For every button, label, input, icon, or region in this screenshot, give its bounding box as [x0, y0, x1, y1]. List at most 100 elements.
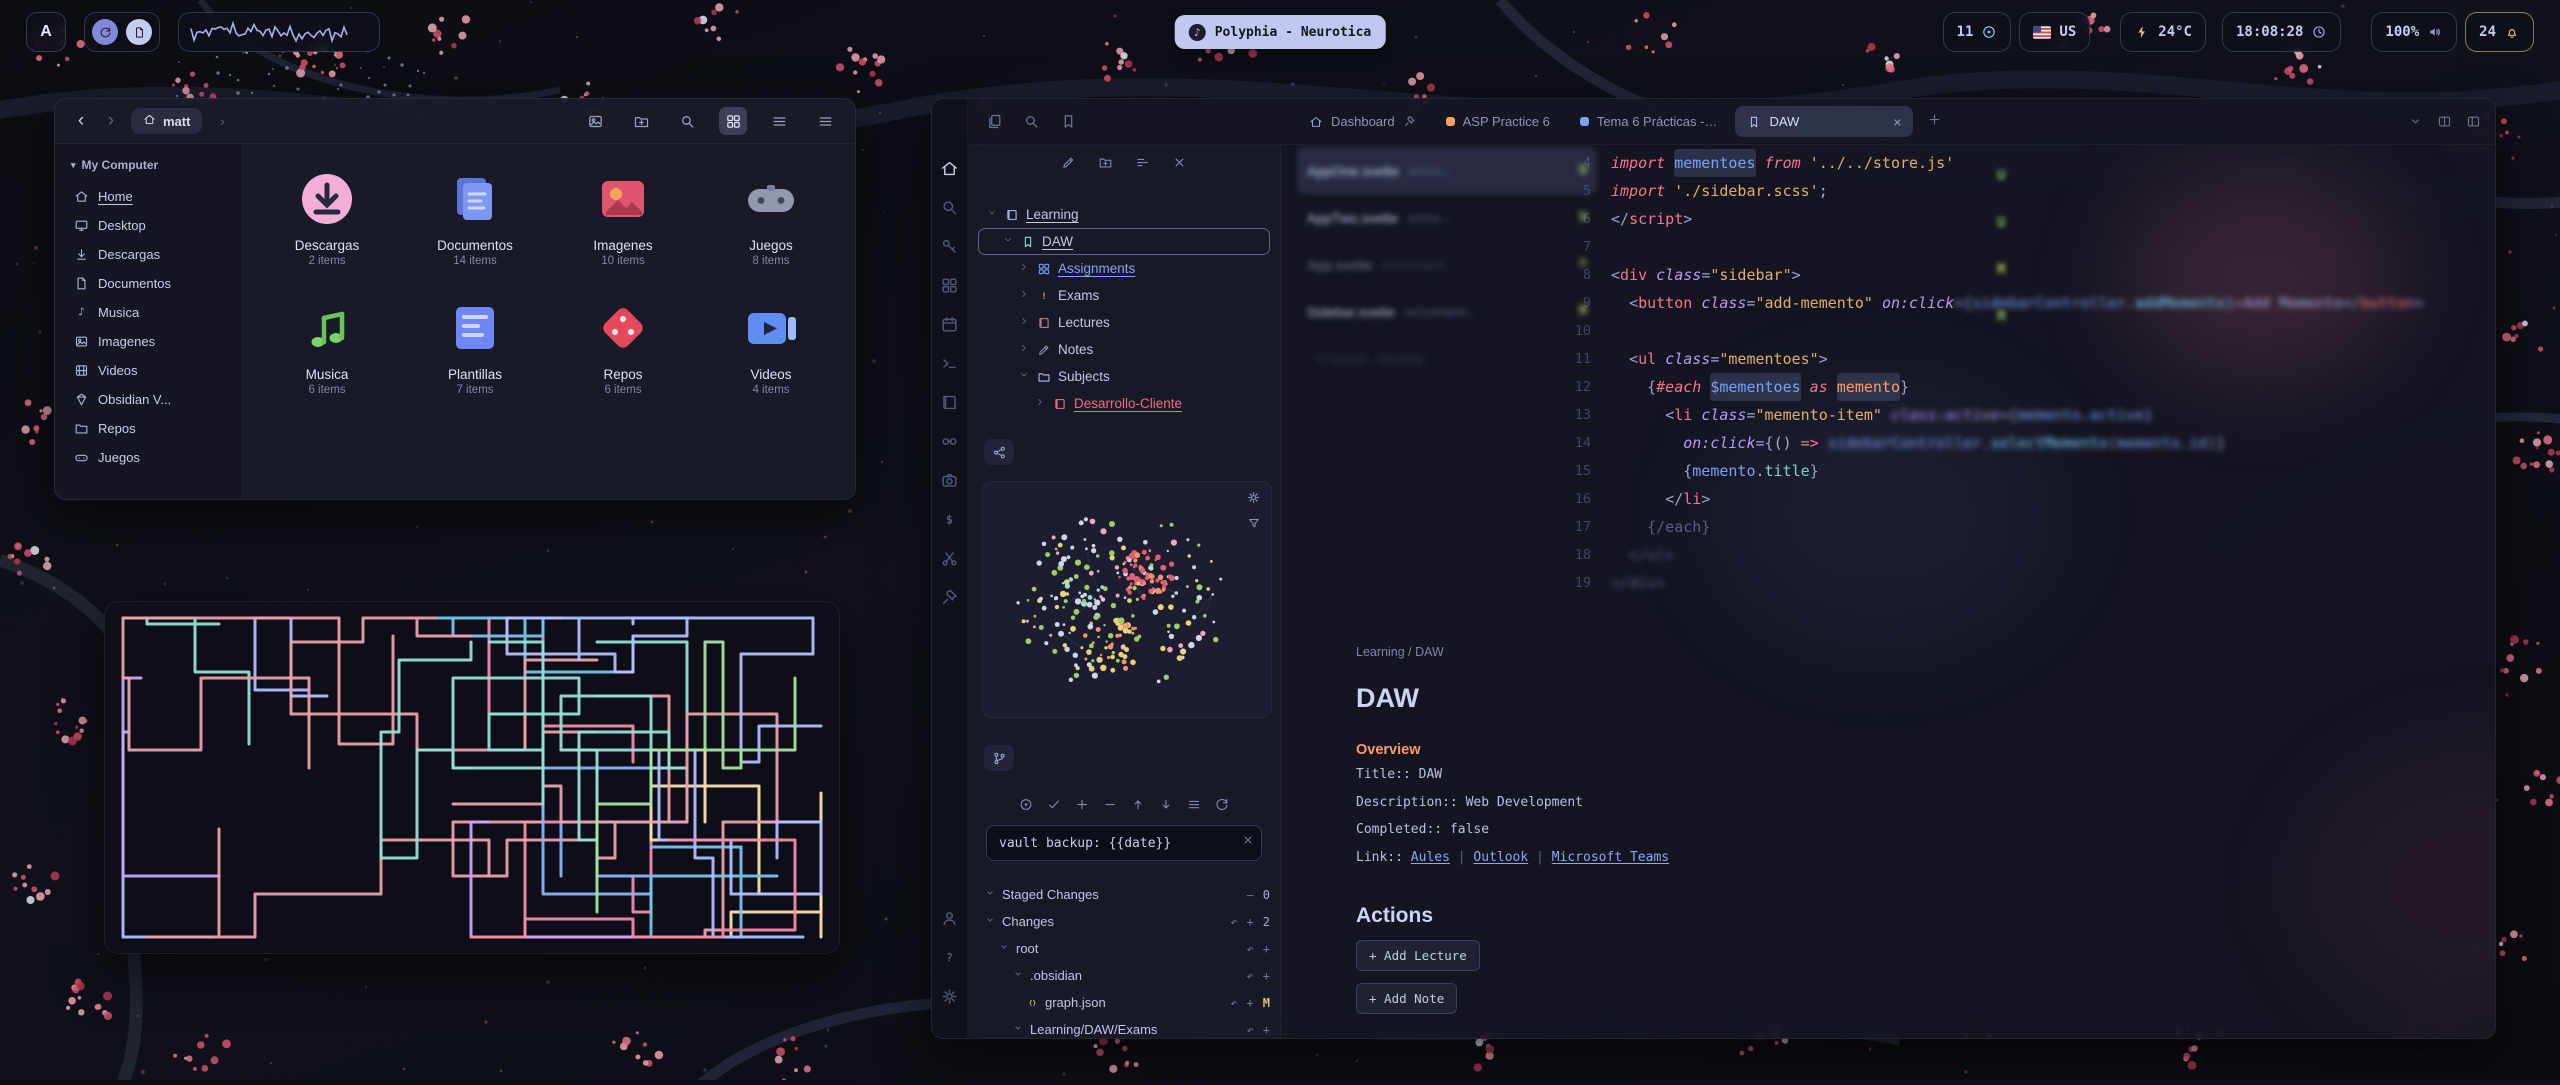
pill-volume[interactable]: 100%	[2371, 12, 2457, 52]
graph-settings-icon[interactable]	[1246, 490, 1261, 510]
scm-row-learning-daw-exams[interactable]: Learning/DAW/Exams↶+	[980, 1016, 1270, 1039]
folder-repos[interactable]: Repos6 items	[549, 297, 697, 396]
files-icon[interactable]	[986, 113, 1003, 130]
layout-icon[interactable]	[2466, 114, 2481, 129]
listicon-icon[interactable]	[1187, 797, 1202, 812]
pill-notifications[interactable]: 24	[2465, 12, 2534, 52]
sortlist-icon[interactable]	[1135, 155, 1150, 170]
pencil-icon[interactable]	[1061, 155, 1076, 170]
search-icon[interactable]	[673, 107, 701, 135]
search-icon[interactable]	[1023, 113, 1040, 130]
scm-section-chip[interactable]	[984, 745, 1014, 771]
row-action-icon[interactable]: +	[1247, 915, 1254, 929]
tree-item-desarrollo-cliente[interactable]: Desarrollo-Cliente	[978, 390, 1270, 417]
search-icon[interactable]	[940, 198, 959, 222]
workspace-switcher[interactable]	[84, 12, 160, 52]
dollar-icon[interactable]: $	[940, 510, 959, 534]
new-folder-icon[interactable]	[627, 107, 655, 135]
new-tab-icon[interactable]	[1927, 112, 1942, 132]
folder-imagenes[interactable]: Imagenes10 items	[549, 168, 697, 267]
tree-item-subjects[interactable]: Subjects	[978, 363, 1270, 390]
now-playing-widget[interactable]: ♪ Polyphia - Neurotica	[1175, 15, 1386, 49]
workspace-active-icon[interactable]	[92, 19, 118, 45]
list-view-icon[interactable]	[765, 107, 793, 135]
forward-button[interactable]: ›	[101, 110, 121, 132]
sidebar-item-home[interactable]: Home	[63, 182, 234, 211]
row-action-icon[interactable]: +	[1263, 942, 1270, 956]
row-action-icon[interactable]: ↶	[1247, 969, 1254, 983]
book-icon[interactable]	[940, 393, 959, 417]
breadcrumb[interactable]: matt	[131, 108, 202, 134]
graph-filter-icon[interactable]	[1247, 516, 1261, 535]
minus-icon[interactable]	[1103, 797, 1118, 812]
folder-plantillas[interactable]: Plantillas7 items	[401, 297, 549, 396]
tree-item-lectures[interactable]: Lectures	[978, 309, 1270, 336]
sidebar-item-obsidian-v-[interactable]: Obsidian V...	[63, 385, 234, 414]
camera-icon[interactable]	[940, 471, 959, 495]
row-action-icon[interactable]: +	[1263, 1023, 1270, 1037]
tree-item-assignments[interactable]: Assignments	[978, 255, 1270, 282]
refresh-icon[interactable]	[1215, 797, 1230, 812]
tab-tema-6-pr-cticas-[interactable]: Tema 6 Prácticas -…	[1568, 106, 1730, 137]
menu-icon[interactable]	[811, 107, 839, 135]
sidebar-item-musica[interactable]: ♪Musica	[63, 298, 234, 327]
sidebar-item-imagenes[interactable]: Imagenes	[63, 327, 234, 356]
link-icon[interactable]	[940, 432, 959, 456]
sidebar-item-descargas[interactable]: Descargas	[63, 240, 234, 269]
folderplus-icon[interactable]	[1098, 155, 1113, 170]
calendar-icon[interactable]	[940, 315, 959, 339]
graph-section-chip[interactable]	[984, 439, 1014, 465]
scissors-icon[interactable]	[940, 549, 959, 573]
chevron-down-icon[interactable]	[2408, 114, 2423, 129]
sidebar-item-juegos[interactable]: Juegos	[63, 443, 234, 472]
preview-link[interactable]: Microsoft Teams	[1552, 850, 1669, 865]
bookmark-icon[interactable]	[1060, 113, 1077, 130]
tree-item-daw[interactable]: DAW	[978, 228, 1270, 255]
check-icon[interactable]	[1047, 797, 1062, 812]
row-action-icon[interactable]: +	[1247, 996, 1254, 1010]
folder-juegos[interactable]: Juegos8 items	[697, 168, 845, 267]
grid-icon[interactable]	[940, 276, 959, 300]
question-icon[interactable]: ?	[940, 948, 959, 972]
tree-item-notes[interactable]: Notes	[978, 336, 1270, 363]
folder-musica[interactable]: Musica6 items	[253, 297, 401, 396]
preview-link[interactable]: Aules	[1411, 850, 1450, 865]
pill-weather[interactable]: 24°C	[2120, 12, 2206, 52]
sidebar-item-desktop[interactable]: Desktop	[63, 211, 234, 240]
clear-message-icon[interactable]	[1242, 833, 1254, 851]
folder-descargas[interactable]: Descargas2 items	[253, 168, 401, 267]
scm-row-staged-changes[interactable]: Staged Changes—0	[980, 881, 1270, 908]
row-action-icon[interactable]: ↶	[1230, 915, 1237, 929]
row-action-icon[interactable]: ↶	[1230, 996, 1237, 1010]
row-action-icon[interactable]: ↶	[1247, 942, 1254, 956]
tab-dashboard[interactable]: Dashboard	[1297, 106, 1428, 137]
folder-documentos[interactable]: Documentos14 items	[401, 168, 549, 267]
sidebar-item-videos[interactable]: Videos	[63, 356, 234, 385]
launcher-button[interactable]: A	[26, 12, 66, 52]
file-manager-header[interactable]: ‹ › matt ›	[55, 99, 855, 144]
gallery-icon[interactable]	[581, 107, 609, 135]
scm-row-graph-json[interactable]: {}graph.json↶+M	[980, 989, 1270, 1016]
back-button[interactable]: ‹	[71, 110, 91, 132]
scm-row-root[interactable]: root↶+	[980, 935, 1270, 962]
download-icon[interactable]	[1159, 797, 1174, 812]
commit-message-input[interactable]	[986, 825, 1262, 861]
folder-videos[interactable]: Videos4 items	[697, 297, 845, 396]
sidebar-header[interactable]: ▾My Computer	[63, 154, 234, 182]
pill-keyboard[interactable]: US	[2019, 12, 2090, 52]
close-icon[interactable]: ×	[1893, 114, 1901, 130]
tab-daw[interactable]: DAW×	[1735, 106, 1913, 137]
home-icon[interactable]	[940, 159, 959, 183]
upload-icon[interactable]	[1131, 797, 1146, 812]
pin-icon[interactable]	[940, 588, 959, 612]
row-action-icon[interactable]: ↶	[1247, 1023, 1254, 1037]
scm-row--obsidian[interactable]: .obsidian↶+	[980, 962, 1270, 989]
plus-icon[interactable]	[1075, 797, 1090, 812]
tab-asp-practice-6[interactable]: ASP Practice 6	[1434, 106, 1562, 137]
pill-updates[interactable]: 11	[1943, 12, 2012, 52]
preview-link[interactable]: Outlook	[1473, 850, 1528, 865]
sidebar-item-documentos[interactable]: Documentos	[63, 269, 234, 298]
workspace-file-icon[interactable]	[126, 19, 152, 45]
row-action-icon[interactable]: +	[1263, 969, 1270, 983]
sidebar-item-repos[interactable]: Repos	[63, 414, 234, 443]
